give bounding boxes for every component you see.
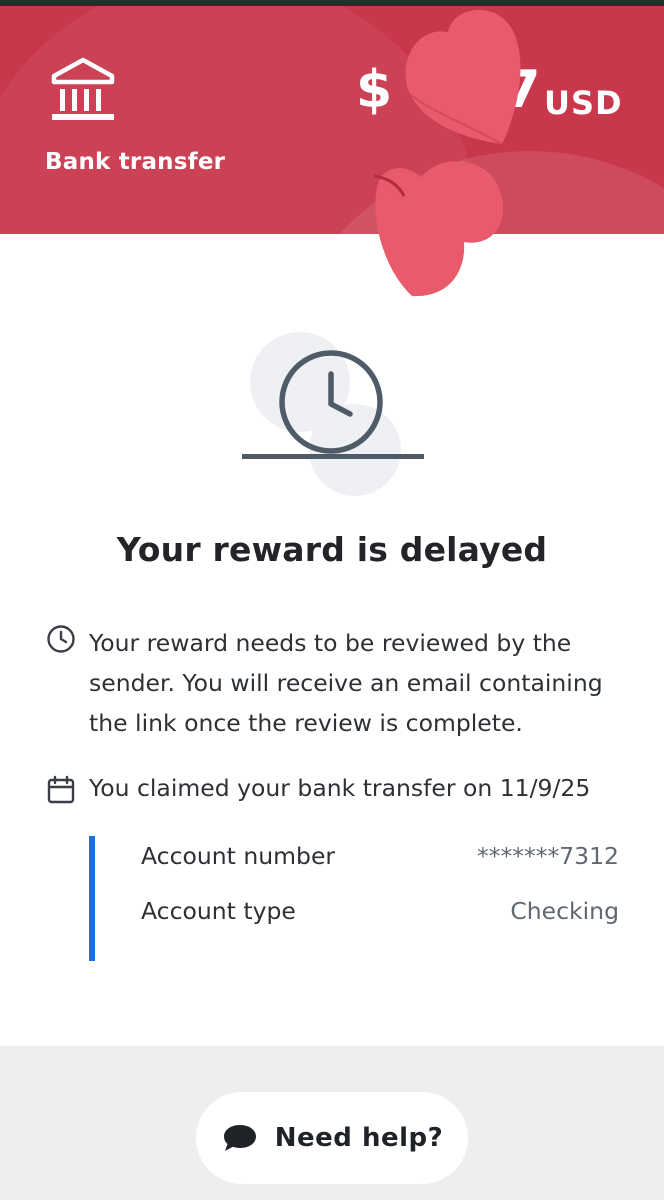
need-help-label: Need help? bbox=[274, 1123, 444, 1153]
claim-message: You claimed your bank transfer on 11/9/2… bbox=[89, 774, 591, 802]
account-type-value: Checking bbox=[510, 897, 619, 925]
clock-illustration bbox=[242, 332, 424, 496]
clock-icon bbox=[47, 625, 75, 653]
heart-sticker bbox=[373, 161, 504, 297]
chat-bubble-icon bbox=[223, 1125, 256, 1151]
account-type-label: Account type bbox=[141, 897, 296, 925]
heart-sticker bbox=[405, 9, 521, 145]
bank-icon bbox=[51, 57, 115, 120]
status-title: Your reward is delayed bbox=[116, 530, 548, 569]
currency-code: USD bbox=[544, 84, 623, 122]
reward-header: Bank transfer $7 USD bbox=[0, 6, 664, 234]
account-details-accent-bar bbox=[89, 836, 95, 961]
need-help-button[interactable]: Need help? bbox=[196, 1092, 468, 1184]
review-message: Your reward needs to be reviewed by the … bbox=[89, 629, 603, 737]
payment-method-label: Bank transfer bbox=[45, 149, 226, 175]
account-number-label: Account number bbox=[141, 842, 336, 870]
account-number-value: *******7312 bbox=[476, 842, 619, 870]
amount-prefix: $ bbox=[356, 60, 393, 120]
calendar-icon bbox=[47, 775, 75, 804]
